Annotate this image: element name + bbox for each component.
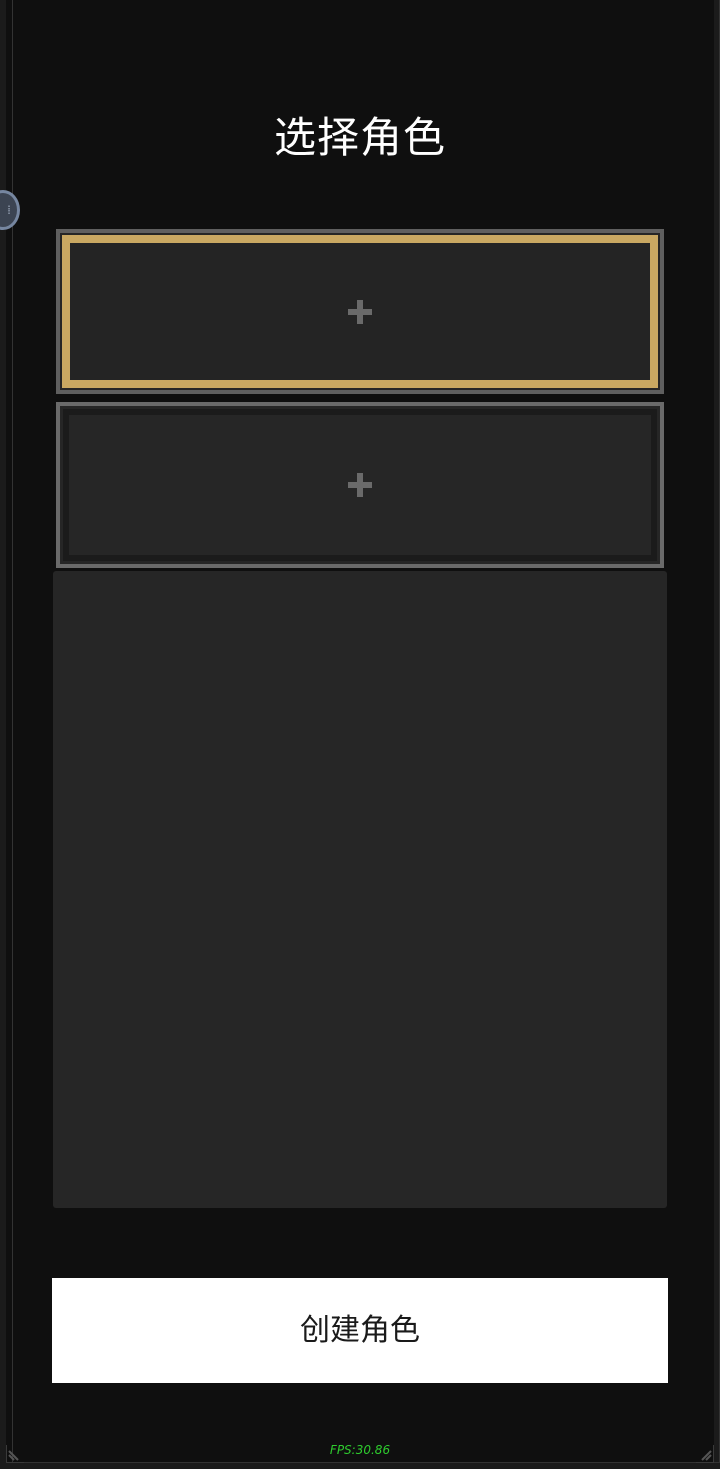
plus-icon bbox=[348, 473, 372, 497]
page-title: 选择角色 bbox=[273, 113, 446, 162]
fps-counter: FPS:30.86 bbox=[329, 1443, 391, 1457]
plus-icon bbox=[348, 299, 372, 324]
character-slot-2[interactable] bbox=[56, 402, 664, 568]
slot-inner-bevel bbox=[63, 409, 657, 561]
create-character-button[interactable]: 创建角色 bbox=[52, 1278, 668, 1383]
selected-highlight bbox=[62, 235, 658, 388]
handle-icon: ⁞ bbox=[7, 203, 11, 217]
character-list-panel[interactable] bbox=[53, 571, 667, 1208]
character-slot-1[interactable] bbox=[56, 229, 664, 394]
